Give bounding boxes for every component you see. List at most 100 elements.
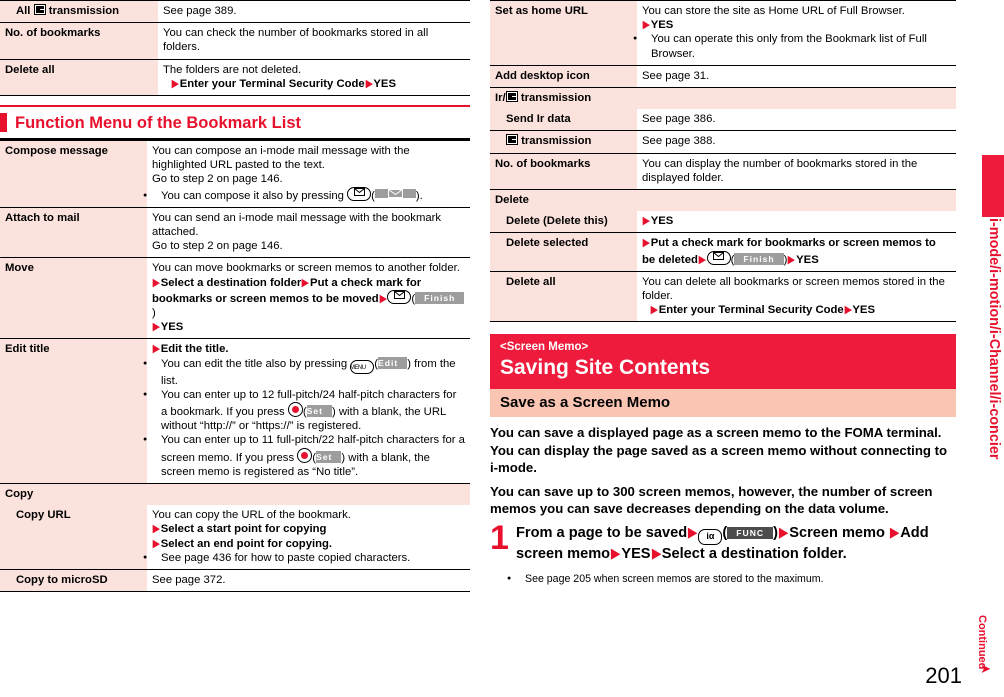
bullet-icon [152,551,161,565]
table-row: Delete (Delete this) ▶YES [490,211,956,233]
ic-transmission-icon [505,91,518,103]
row-label-set-as-home-url: Set as home URL [490,0,637,66]
table-row: All transmission See page 389. [0,0,470,23]
function-menu-table: Compose message You can compose an i-mod… [0,140,470,593]
center-dot [291,406,299,414]
body-paragraph-2: You can save up to 300 screen memos, how… [490,484,933,517]
ic-transmission-icon [33,4,46,15]
menu-key-icon: MENU [350,359,375,374]
step-text: Edit the title. [160,343,229,356]
step-text: YES [160,321,184,334]
continued-arrow-icon: ➤ [980,661,991,676]
note-text: See page 205 when screen memos are store… [525,573,824,586]
row-label-delete-all: Delete all [490,270,637,323]
arrow-icon: ▶ [642,215,651,228]
row-desc: See page 389. [158,0,470,23]
arrow-icon: ▶ [687,525,698,542]
row-desc: You can check the number of bookmarks st… [158,22,470,60]
desc-line: You can move bookmarks or screen memos t… [152,261,465,275]
step-text: Select a destination folder [160,276,302,289]
arrow-icon: ▶ [844,304,852,317]
bullet-icon [152,189,161,203]
step-text: YES [852,304,875,317]
side-tab-marker [982,155,1004,217]
desc-text: See page 388. [642,135,716,148]
bullet-icon [516,572,525,586]
arrow-icon: ▶ [642,19,651,32]
table-row: Delete all The folders are not deleted. … [0,58,470,97]
bullet-icon [152,388,161,402]
heading-accent-bar [0,113,7,133]
desc-line: You can store the site as Home URL of Fu… [642,4,951,18]
heading-text: Function Menu of the Bookmark List [15,114,302,133]
softkey-func: FUNC [727,527,774,540]
table-row: Copy to microSD See page 372. [0,569,470,593]
heading-underline [0,138,470,141]
desc-bullet: You can enter up to 12 full-pitch/24 hal… [152,388,465,434]
row-desc: See page 31. [637,64,956,88]
label-suffix: transmission [48,5,120,17]
row-desc: You can delete all bookmarks or screen m… [637,270,956,323]
row-desc: You can display the number of bookmarks … [637,152,956,190]
arrow-icon: ▶ [301,276,310,289]
right-column: Set as home URL You can store the site a… [490,0,956,586]
table-row-section: Delete [490,189,956,212]
row-label-add-desktop-icon: Add desktop icon [490,64,637,88]
row-label-delete-selected: Delete selected [490,232,637,272]
arrow-icon: ▶ [642,237,651,250]
center-key-icon [297,447,313,463]
table-row: Send Ir data See page 386. [490,109,956,131]
row-label-all-ic-transmission: All transmission [0,0,158,23]
row-desc: You can store the site as Home URL of Fu… [637,0,956,66]
softkey-set: Set [316,450,342,463]
table-row: Set as home URL You can store the site a… [490,0,956,66]
step-note: See page 205 when screen memos are store… [516,572,956,586]
desc-line-steps: ▶Enter your Terminal Security Code▶YES [163,77,465,91]
desc-text: You can delete all bookmarks or screen m… [642,275,945,303]
desc-line-steps: ▶Select a start point for copying [152,522,465,536]
desc-bullet: See page 436 for how to paste copied cha… [152,551,465,565]
table-row: Edit title ▶Edit the title. You can edit… [0,338,470,484]
desc-text: Go to step 2 on page 146. [152,240,283,253]
bullet-icon [152,357,161,371]
section-title-copy: Copy [0,483,470,506]
desc-text: You can display the number of bookmarks … [642,157,918,184]
arrow-icon: ▶ [698,253,706,266]
bookmark-folder-list-table: All transmission See page 389. No. of bo… [0,0,470,97]
row-desc: ▶YES [637,211,956,233]
desc-line-steps: ▶Select a destination folder▶Put a check… [152,276,465,321]
table-row: Move You can move bookmarks or screen me… [0,257,470,339]
table-row: Delete all You can delete all bookmarks … [490,270,956,323]
softkey-finish: Finish [734,252,784,265]
section-title-ir-transmission: Ir/ transmission [490,87,956,110]
row-desc: ▶Edit the title. You can edit the title … [147,338,470,484]
desc-line: Go to step 2 on page 146. [152,239,465,253]
row-label-no-of-bookmarks: No. of bookmarks [0,22,158,60]
manual-page: All transmission See page 389. No. of bo… [0,0,1004,697]
desc-text: The folders are not deleted. [163,63,302,76]
step-text: Enter your Terminal Security Code [658,304,844,317]
softkey-edit: Edit [378,356,408,369]
row-desc: See page 388. [637,130,956,154]
screen-memo-band: <Screen Memo> Saving Site Contents [490,334,956,390]
softkey-envelope-icon [374,188,416,198]
arrow-icon: ▶ [152,321,161,334]
desc-line: You can delete all bookmarks or screen m… [642,275,951,303]
desc-text: See page 386. [642,113,716,126]
row-label-move: Move [0,257,147,339]
band-subtitle: <Screen Memo> [500,341,589,354]
left-column: All transmission See page 389. No. of bo… [0,0,470,593]
step-instruction: From a page to be saved▶ iα(FUNC)▶Screen … [516,525,929,563]
desc-line: You can copy the URL of the bookmark. [152,508,465,522]
table-row: No. of bookmarks You can check the numbe… [0,22,470,60]
row-desc: You can send an i-mode mail message with… [147,206,470,258]
center-dot [301,451,309,459]
desc-line-steps: ▶Enter your Terminal Security Code▶YES [642,303,951,317]
band-title: Saving Site Contents [500,356,711,380]
row-label-send-ir-data: Send Ir data [490,109,637,131]
desc-text: ). [415,189,423,202]
arrow-icon: ▶ [889,525,900,542]
row-desc: The folders are not deleted. ▶Enter your… [158,58,470,97]
function-menu-table-continued: Set as home URL You can store the site a… [490,0,956,323]
desc-bullet: You can enter up to 11 full-pitch/22 hal… [152,433,465,479]
